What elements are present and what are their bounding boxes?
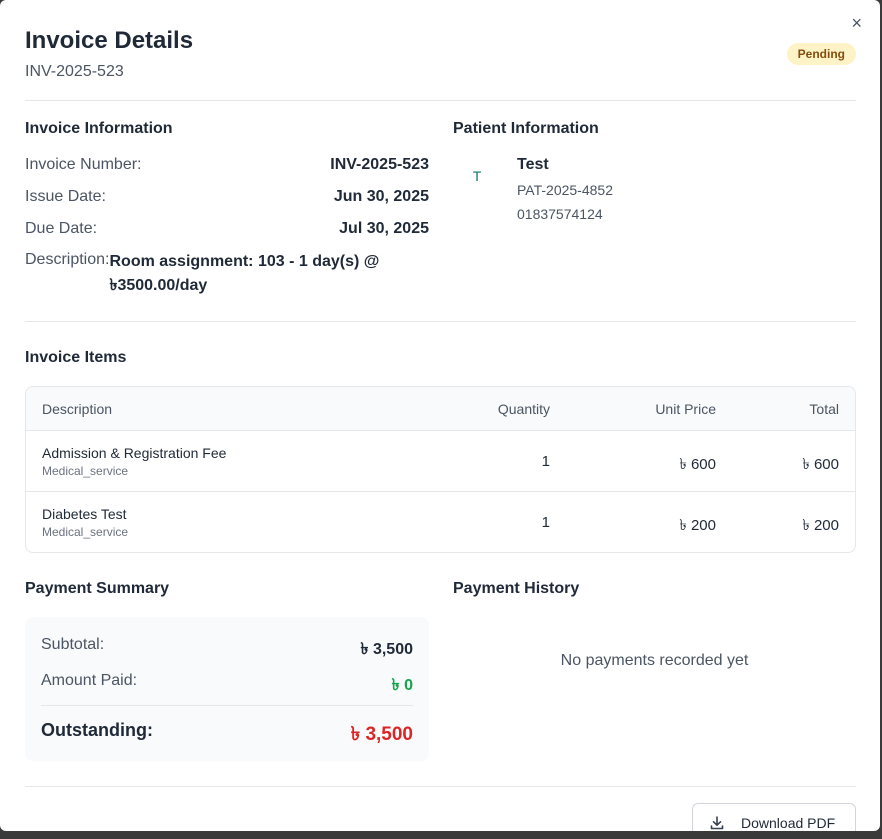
subtotal-label: Subtotal: <box>41 636 105 653</box>
due-date-label: Due Date: <box>25 220 98 237</box>
item-total: ৳ 200 <box>802 517 839 534</box>
amount-paid-value: ৳ 0 <box>391 677 413 694</box>
invoice-items-table: Description Quantity Unit Price Total Ad… <box>25 386 856 553</box>
subtotal-row: Subtotal: ৳ 3,500 <box>41 636 413 663</box>
invoice-info-heading: Invoice Information <box>25 120 173 137</box>
issue-date-value: Jun 30, 2025 <box>333 188 429 205</box>
item-unit-price: ৳ 200 <box>679 517 716 534</box>
issue-date-row: Issue Date: Jun 30, 2025 <box>25 188 429 206</box>
description-value: Room assignment: 103 - 1 day(s) @ ৳3500.… <box>109 253 380 294</box>
amount-paid-row: Amount Paid: ৳ 0 <box>41 672 413 699</box>
divider <box>25 321 856 322</box>
payment-history-heading: Payment History <box>453 580 580 597</box>
invoice-number-row: Invoice Number: INV-2025-523 <box>25 156 429 174</box>
column-header-quantity: Quantity <box>497 401 550 417</box>
table-row: Admission & Registration Fee Medical_ser… <box>26 431 855 492</box>
divider <box>25 100 856 101</box>
payment-history-empty: No payments recorded yet <box>560 652 749 669</box>
invoice-items-heading: Invoice Items <box>25 349 127 366</box>
column-header-total: Total <box>809 401 839 417</box>
column-header-description: Description <box>42 401 113 417</box>
amount-paid-label: Amount Paid: <box>41 672 138 689</box>
description-row: Description: Room assignment: 103 - 1 da… <box>25 251 429 298</box>
close-icon[interactable]: × <box>851 14 862 32</box>
avatar: T <box>472 168 482 184</box>
outstanding-label: Outstanding: <box>41 720 153 740</box>
outstanding-value: ৳ 3,500 <box>350 724 413 745</box>
patient-info-heading: Patient Information <box>453 120 599 137</box>
download-pdf-label: Download PDF <box>741 815 836 831</box>
invoice-number-label: Invoice Number: <box>25 156 142 173</box>
item-quantity: 1 <box>541 514 550 531</box>
backdrop-bar <box>0 831 882 839</box>
invoice-number-value: INV-2025-523 <box>330 156 429 173</box>
patient-name: Test <box>517 156 549 173</box>
patient-phone: 01837574124 <box>517 206 603 222</box>
outstanding-row: Outstanding: ৳ 3,500 <box>41 720 413 752</box>
invoice-id-subtitle: INV-2025-523 <box>25 63 124 80</box>
divider <box>25 786 856 787</box>
due-date-value: Jul 30, 2025 <box>339 220 429 237</box>
column-header-unit-price: Unit Price <box>655 401 716 417</box>
item-unit-price: ৳ 600 <box>679 456 716 473</box>
issue-date-label: Issue Date: <box>25 188 106 205</box>
status-badge: Pending <box>786 43 856 65</box>
item-category: Medical_service <box>42 525 129 539</box>
description-label: Description: <box>25 251 110 268</box>
divider <box>41 705 413 706</box>
payment-summary-heading: Payment Summary <box>25 580 170 597</box>
patient-id: PAT-2025-4852 <box>517 182 613 198</box>
invoice-details-modal: × Invoice Details INV-2025-523 Pending I… <box>0 0 880 831</box>
table-row: Diabetes Test Medical_service 1 ৳ 200 ৳ … <box>26 492 855 552</box>
item-category: Medical_service <box>42 464 129 478</box>
modal-title: Invoice Details <box>25 27 194 54</box>
subtotal-value: ৳ 3,500 <box>360 641 413 658</box>
table-header: Description Quantity Unit Price Total <box>26 387 855 431</box>
item-quantity: 1 <box>541 453 550 470</box>
item-total: ৳ 600 <box>802 456 839 473</box>
due-date-row: Due Date: Jul 30, 2025 <box>25 220 429 238</box>
item-name: Admission & Registration Fee <box>42 445 227 461</box>
download-icon <box>710 816 724 830</box>
item-name: Diabetes Test <box>42 506 127 522</box>
payment-summary-card: Subtotal: ৳ 3,500 Amount Paid: ৳ 0 Outst… <box>25 617 429 761</box>
download-pdf-button[interactable]: Download PDF <box>692 803 856 831</box>
